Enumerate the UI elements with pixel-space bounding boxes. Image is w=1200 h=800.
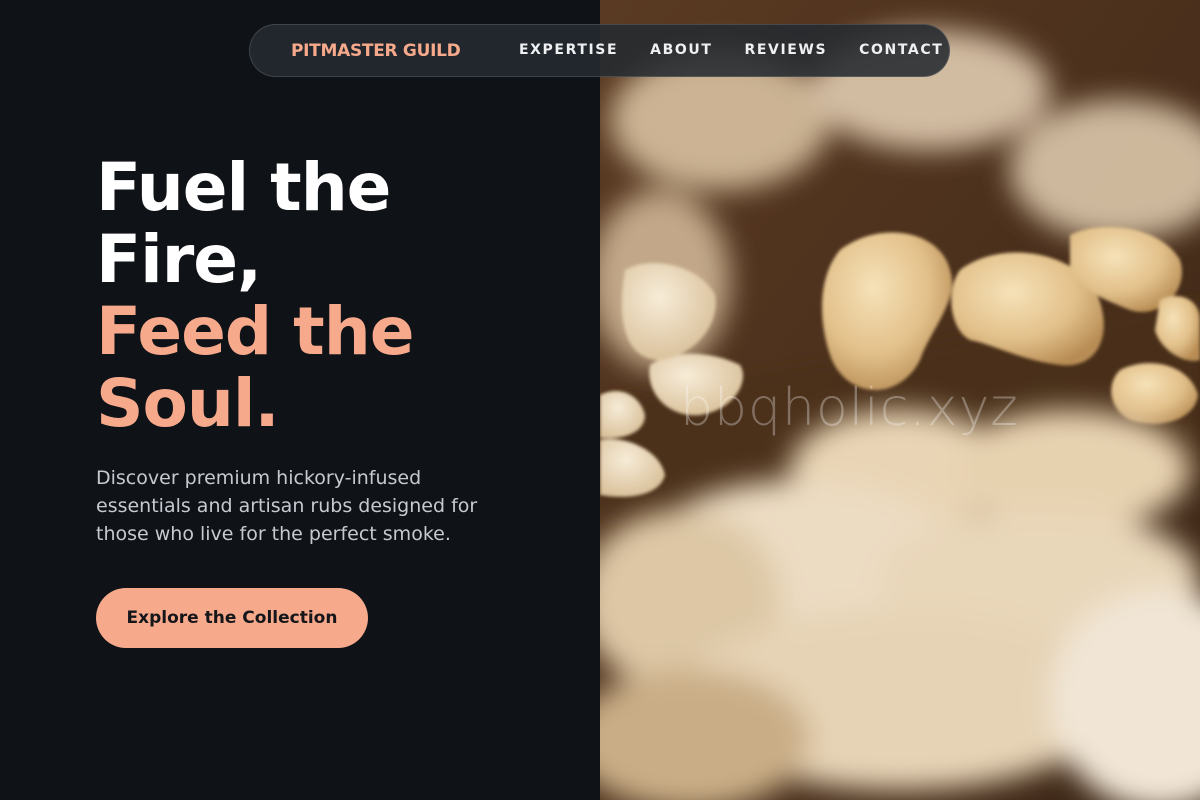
top-nav-bar: PITMASTER GUILD EXPERTISE ABOUT REVIEWS … [249, 24, 950, 77]
nav-link-about[interactable]: ABOUT [650, 42, 712, 58]
nav-link-reviews[interactable]: REVIEWS [744, 42, 827, 58]
watermark-text: bbqholic.xyz [680, 378, 1019, 438]
headline-line-4: Soul. [96, 365, 280, 442]
explore-collection-button[interactable]: Explore the Collection [96, 588, 368, 648]
headline-line-1: Fuel the [96, 149, 391, 226]
hero-subtitle: Discover premium hickory-infused essenti… [96, 467, 478, 545]
nav-link-contact[interactable]: CONTACT [859, 42, 943, 58]
nav-links: EXPERTISE ABOUT REVIEWS CONTACT [519, 42, 943, 58]
hero-headline: Fuel the Fire, Feed the Soul. [96, 149, 414, 442]
headline-line-3: Feed the [96, 293, 414, 370]
hero-photo-cashews: bbqholic.xyz [600, 0, 1200, 800]
brand-logo[interactable]: PITMASTER GUILD [291, 41, 461, 61]
headline-line-2: Fire, [96, 221, 262, 298]
nav-link-expertise[interactable]: EXPERTISE [519, 42, 618, 58]
